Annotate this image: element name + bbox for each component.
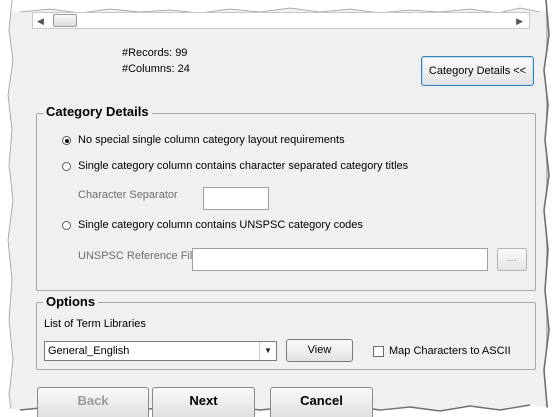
term-library-select[interactable]: General_English ▼ — [44, 341, 277, 361]
character-separator-label: Character Separator — [78, 189, 178, 201]
radio-unspsc-codes[interactable] — [62, 221, 71, 230]
radio-character-separated[interactable] — [62, 162, 71, 171]
cancel-button[interactable]: Cancel — [270, 387, 373, 417]
options-title: Options — [43, 294, 99, 309]
scroll-left-arrow-icon[interactable]: ◀ — [37, 16, 44, 27]
browse-button[interactable]: ... — [497, 248, 527, 271]
radio-unspsc-codes-label[interactable]: Single category column contains UNSPSC c… — [78, 219, 363, 231]
map-ascii-checkbox[interactable] — [373, 346, 384, 357]
category-details-toggle-button[interactable]: Category Details << — [421, 56, 534, 86]
records-count: #Records: 99 — [122, 47, 188, 59]
torn-edge-right — [543, 0, 558, 417]
scroll-thumb[interactable] — [53, 14, 77, 27]
radio-character-separated-label[interactable]: Single category column contains characte… — [78, 160, 408, 172]
next-button[interactable]: Next — [152, 387, 255, 417]
term-libraries-label: List of Term Libraries — [44, 318, 146, 330]
view-button[interactable]: View — [286, 339, 353, 362]
chevron-down-icon[interactable]: ▼ — [259, 342, 276, 360]
term-library-selected-value: General_English — [48, 345, 130, 357]
unspsc-reference-file-input[interactable] — [192, 248, 488, 271]
map-ascii-label[interactable]: Map Characters to ASCII — [389, 345, 511, 357]
horizontal-scrollbar[interactable]: ◀ ▶ — [32, 12, 530, 29]
back-button[interactable]: Back — [37, 387, 149, 417]
character-separator-input[interactable] — [203, 187, 269, 210]
unspsc-reference-file-label: UNSPSC Reference File — [78, 250, 199, 262]
torn-edge-left — [0, 0, 14, 417]
scroll-right-arrow-icon[interactable]: ▶ — [516, 16, 523, 27]
category-details-title: Category Details — [43, 104, 152, 119]
radio-no-special-layout[interactable] — [62, 136, 71, 145]
columns-count: #Columns: 24 — [122, 63, 190, 75]
radio-no-special-layout-label[interactable]: No special single column category layout… — [78, 134, 345, 146]
